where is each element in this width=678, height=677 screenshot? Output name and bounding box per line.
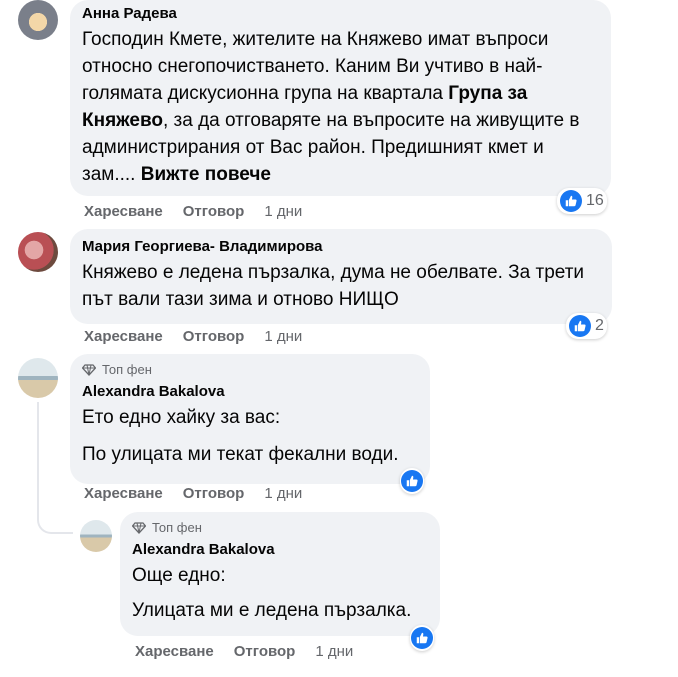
comment-time[interactable]: 1 дни <box>264 484 302 504</box>
reaction-count[interactable] <box>400 468 424 494</box>
comment-text-line: Улицата ми е ледена пързалка. <box>132 600 412 621</box>
like-icon <box>401 470 423 492</box>
comment-text-line: По улицата ми текат фекални води. <box>82 444 399 465</box>
comment-author[interactable]: Alexandra Bakalova <box>132 540 428 560</box>
comment-text-line: Още едно: <box>132 565 226 586</box>
top-fan-badge: Топ фен <box>82 362 418 378</box>
comment-actions: Харесване Отговор 1 дни <box>84 484 302 504</box>
reaction-count[interactable]: 16 <box>557 188 607 214</box>
see-more-link[interactable]: Вижте повече <box>141 164 271 185</box>
comment-time[interactable]: 1 дни <box>264 202 302 222</box>
avatar[interactable] <box>80 520 112 552</box>
reply-button[interactable]: Отговор <box>183 484 245 504</box>
avatar[interactable] <box>18 358 58 398</box>
comment-author[interactable]: Анна Радева <box>82 4 599 24</box>
reply-button[interactable]: Отговор <box>183 202 245 222</box>
comment-bubble: Топ фен Alexandra Bakalova Ето едно хайк… <box>70 354 430 484</box>
like-icon <box>569 315 591 337</box>
comment-text-line: Ето едно хайку за вас: <box>82 407 281 428</box>
comment-bubble: Анна Радева Господин Кмете, жителите на … <box>70 0 611 196</box>
comment-actions: Харесване Отговор 1 дни <box>135 642 353 662</box>
comment-text: Княжево е ледена пързалка, дума не обелв… <box>82 262 585 310</box>
diamond-icon <box>82 364 96 376</box>
comment-time[interactable]: 1 дни <box>315 642 353 662</box>
comment-author[interactable]: Мария Георгиева- Владимирова <box>82 237 600 257</box>
reaction-count[interactable] <box>410 625 434 651</box>
reaction-count[interactable]: 2 <box>566 313 607 339</box>
comment-actions: Харесване Отговор 1 дни <box>84 327 302 347</box>
avatar[interactable] <box>18 0 58 40</box>
top-fan-badge: Топ фен <box>132 520 428 536</box>
like-icon <box>560 190 582 212</box>
comment-text: Господин Кмете, жителите на Княжево имат… <box>82 29 580 185</box>
thread-line <box>37 402 73 534</box>
like-button[interactable]: Харесване <box>135 642 214 662</box>
like-button[interactable]: Харесване <box>84 327 163 347</box>
diamond-icon <box>132 522 146 534</box>
comment-actions: Харесване Отговор 1 дни <box>84 202 302 222</box>
comment-bubble: Мария Георгиева- Владимирова Княжево е л… <box>70 229 612 324</box>
comment-time[interactable]: 1 дни <box>264 327 302 347</box>
like-icon <box>411 627 433 649</box>
reply-button[interactable]: Отговор <box>183 327 245 347</box>
avatar[interactable] <box>18 232 58 272</box>
comment-bubble: Топ фен Alexandra Bakalova Още едно: Ули… <box>120 512 440 636</box>
like-button[interactable]: Харесване <box>84 484 163 504</box>
comment-author[interactable]: Alexandra Bakalova <box>82 382 418 402</box>
reply-button[interactable]: Отговор <box>234 642 296 662</box>
like-button[interactable]: Харесване <box>84 202 163 222</box>
